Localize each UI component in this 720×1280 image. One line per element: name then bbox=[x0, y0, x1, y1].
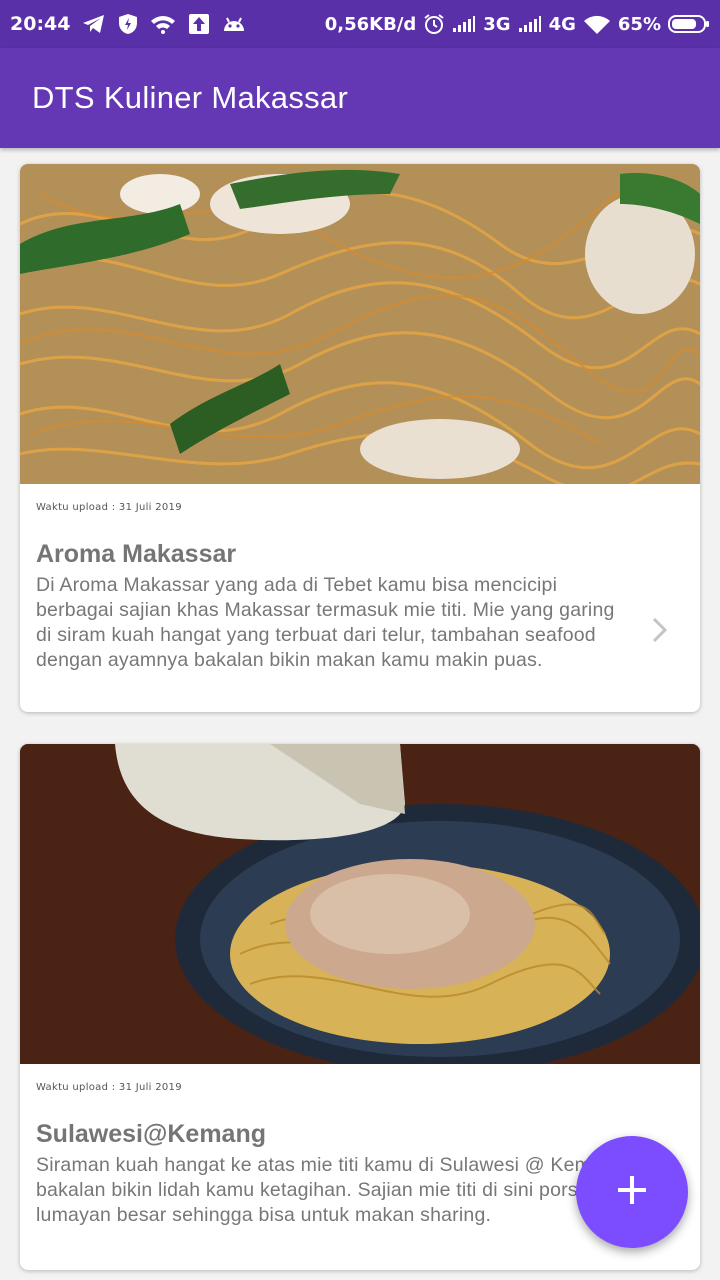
chevron-right-icon[interactable] bbox=[650, 616, 670, 648]
alarm-icon bbox=[423, 13, 445, 35]
card-description: Siraman kuah hangat ke atas mie titi kam… bbox=[36, 1154, 625, 1226]
signal-icon bbox=[452, 15, 476, 33]
net-speed: 0,56KB/d bbox=[324, 13, 417, 35]
upload-label: Waktu upload : bbox=[36, 1082, 116, 1093]
restaurant-list[interactable]: Waktu upload : 31 Juli 2019 Aroma Makass… bbox=[0, 148, 720, 1280]
android-icon bbox=[222, 15, 246, 33]
card-description: Di Aroma Makassar yang ada di Tebet kamu… bbox=[36, 574, 615, 671]
upload-icon bbox=[188, 13, 210, 35]
network-3g-label: 3G bbox=[483, 13, 511, 35]
status-bar: 20:44 0,56KB/d 3G 4G 65% bbox=[0, 0, 720, 48]
food-image bbox=[20, 164, 700, 484]
card-title: Sulawesi@Kemang bbox=[36, 1120, 267, 1148]
signal-icon bbox=[518, 15, 542, 33]
upload-date: 31 Juli 2019 bbox=[118, 1082, 182, 1093]
battery-icon bbox=[668, 14, 710, 34]
upload-info: Waktu upload : 31 Juli 2019 bbox=[36, 484, 684, 526]
upload-info: Waktu upload : 31 Juli 2019 bbox=[36, 1064, 684, 1106]
clock: 20:44 bbox=[10, 13, 71, 35]
upload-date: 31 Juli 2019 bbox=[118, 502, 182, 513]
shield-icon bbox=[118, 13, 138, 35]
app-title: DTS Kuliner Makassar bbox=[32, 80, 349, 115]
wifi-icon bbox=[583, 14, 611, 34]
food-image bbox=[20, 744, 700, 1064]
list-item[interactable]: Waktu upload : 31 Juli 2019 Aroma Makass… bbox=[20, 164, 700, 712]
network-4g-label: 4G bbox=[548, 13, 576, 35]
plus-icon bbox=[615, 1173, 649, 1211]
telegram-icon bbox=[82, 14, 106, 34]
battery-percent: 65% bbox=[617, 13, 661, 35]
card-title: Aroma Makassar bbox=[36, 540, 237, 568]
upload-label: Waktu upload : bbox=[36, 502, 116, 513]
wifi-question-icon bbox=[150, 14, 176, 34]
add-button[interactable] bbox=[576, 1136, 688, 1248]
app-bar: DTS Kuliner Makassar bbox=[0, 48, 720, 148]
